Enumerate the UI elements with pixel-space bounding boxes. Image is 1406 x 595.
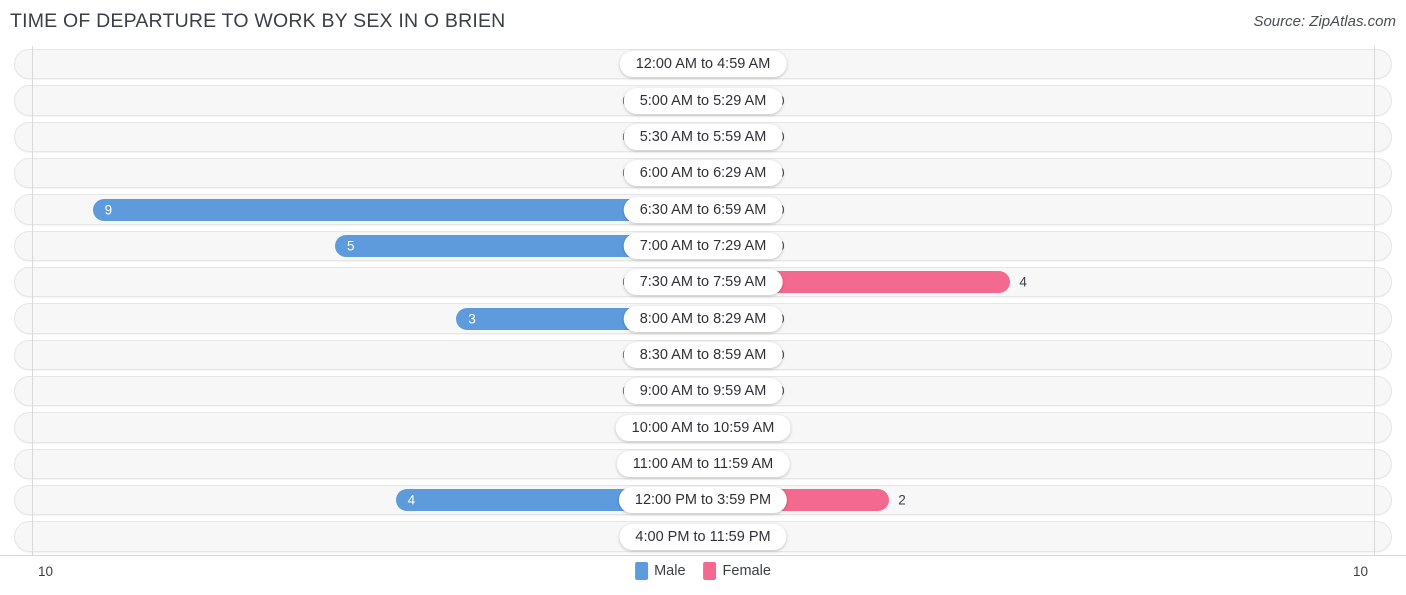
- category-label: 5:30 AM to 5:59 AM: [623, 123, 783, 150]
- legend-item-male[interactable]: Male: [635, 562, 686, 580]
- bar-band: 507:00 AM to 7:29 AM: [0, 228, 1406, 264]
- category-label: 5:00 AM to 5:29 AM: [623, 87, 783, 114]
- chart-row: 004:00 PM to 11:59 PM: [0, 518, 1406, 554]
- value-label-male: 5: [347, 238, 355, 254]
- category-label: 6:00 AM to 6:29 AM: [623, 160, 783, 187]
- legend-item-female[interactable]: Female: [703, 562, 771, 580]
- category-label: 12:00 PM to 3:59 PM: [618, 487, 788, 514]
- chart-row: 0011:00 AM to 11:59 AM: [0, 446, 1406, 482]
- chart-header: TIME OF DEPARTURE TO WORK BY SEX IN O BR…: [0, 0, 1406, 46]
- category-label: 7:30 AM to 7:59 AM: [623, 269, 783, 296]
- category-label: 12:00 AM to 4:59 AM: [619, 51, 787, 78]
- category-label: 11:00 AM to 11:59 AM: [616, 450, 790, 477]
- bar-band: 004:00 PM to 11:59 PM: [0, 518, 1406, 554]
- chart-row: 005:00 AM to 5:29 AM: [0, 82, 1406, 118]
- bar-band: 308:00 AM to 8:29 AM: [0, 300, 1406, 336]
- category-label: 6:30 AM to 6:59 AM: [623, 196, 783, 223]
- chart-row: 006:00 AM to 6:29 AM: [0, 155, 1406, 191]
- bar-band: 047:30 AM to 7:59 AM: [0, 264, 1406, 300]
- value-label-female: 2: [898, 492, 906, 508]
- value-label-female: 4: [1019, 274, 1027, 290]
- chart-rows: 0012:00 AM to 4:59 AM005:00 AM to 5:29 A…: [0, 46, 1406, 555]
- chart-row: 507:00 AM to 7:29 AM: [0, 228, 1406, 264]
- axis-max-left: 10: [38, 564, 54, 579]
- axis-max-right: 10: [1352, 564, 1368, 579]
- chart-row: 0010:00 AM to 10:59 AM: [0, 409, 1406, 445]
- axis-rule-left: [32, 46, 33, 555]
- category-label: 8:30 AM to 8:59 AM: [623, 341, 783, 368]
- chart-row: 0012:00 AM to 4:59 AM: [0, 46, 1406, 82]
- bar-band: 0010:00 AM to 10:59 AM: [0, 409, 1406, 445]
- category-label: 10:00 AM to 10:59 AM: [615, 414, 791, 441]
- bar-band: 0011:00 AM to 11:59 AM: [0, 446, 1406, 482]
- legend-swatch-male-icon: [635, 562, 649, 580]
- bar-band: 006:00 AM to 6:29 AM: [0, 155, 1406, 191]
- value-label-male: 9: [104, 201, 113, 217]
- chart-row: 308:00 AM to 8:29 AM: [0, 300, 1406, 336]
- source-label: Source: ZipAtlas.com: [1253, 13, 1396, 30]
- chart-row: 009:00 AM to 9:59 AM: [0, 373, 1406, 409]
- page-title: TIME OF DEPARTURE TO WORK BY SEX IN O BR…: [10, 10, 506, 32]
- category-label: 8:00 AM to 8:29 AM: [623, 305, 783, 332]
- chart-row: 047:30 AM to 7:59 AM: [0, 264, 1406, 300]
- category-label: 4:00 PM to 11:59 PM: [619, 523, 787, 550]
- category-label: 7:00 AM to 7:29 AM: [623, 232, 783, 259]
- bar-band: 008:30 AM to 8:59 AM: [0, 337, 1406, 373]
- chart-footer: 10 10 Male Female: [0, 555, 1406, 595]
- bar-male[interactable]: [92, 198, 703, 221]
- legend-swatch-female-icon: [703, 562, 717, 580]
- chart-row: 005:30 AM to 5:59 AM: [0, 119, 1406, 155]
- bar-band: 005:00 AM to 5:29 AM: [0, 82, 1406, 118]
- bar-band: 0012:00 AM to 4:59 AM: [0, 46, 1406, 82]
- chart-row: 4 2 12:00 PM to 3:59 PM: [0, 482, 1406, 518]
- chart-row: 008:30 AM to 8:59 AM: [0, 337, 1406, 373]
- chart-row: 906:30 AM to 6:59 AM: [0, 191, 1406, 227]
- value-label-male: 3: [468, 310, 476, 326]
- axis-rule-right: [1374, 46, 1375, 555]
- bar-band: 4 2 12:00 PM to 3:59 PM: [0, 482, 1406, 518]
- chart-root: TIME OF DEPARTURE TO WORK BY SEX IN O BR…: [0, 0, 1406, 595]
- category-label: 9:00 AM to 9:59 AM: [623, 378, 783, 405]
- legend-label: Female: [722, 563, 771, 579]
- plot-area: 0012:00 AM to 4:59 AM005:00 AM to 5:29 A…: [0, 46, 1406, 555]
- value-label-male: 4: [407, 492, 416, 508]
- bar-band: 009:00 AM to 9:59 AM: [0, 373, 1406, 409]
- bar-band: 906:30 AM to 6:59 AM: [0, 191, 1406, 227]
- legend: Male Female: [635, 562, 771, 580]
- legend-label: Male: [654, 563, 686, 579]
- bar-band: 005:30 AM to 5:59 AM: [0, 119, 1406, 155]
